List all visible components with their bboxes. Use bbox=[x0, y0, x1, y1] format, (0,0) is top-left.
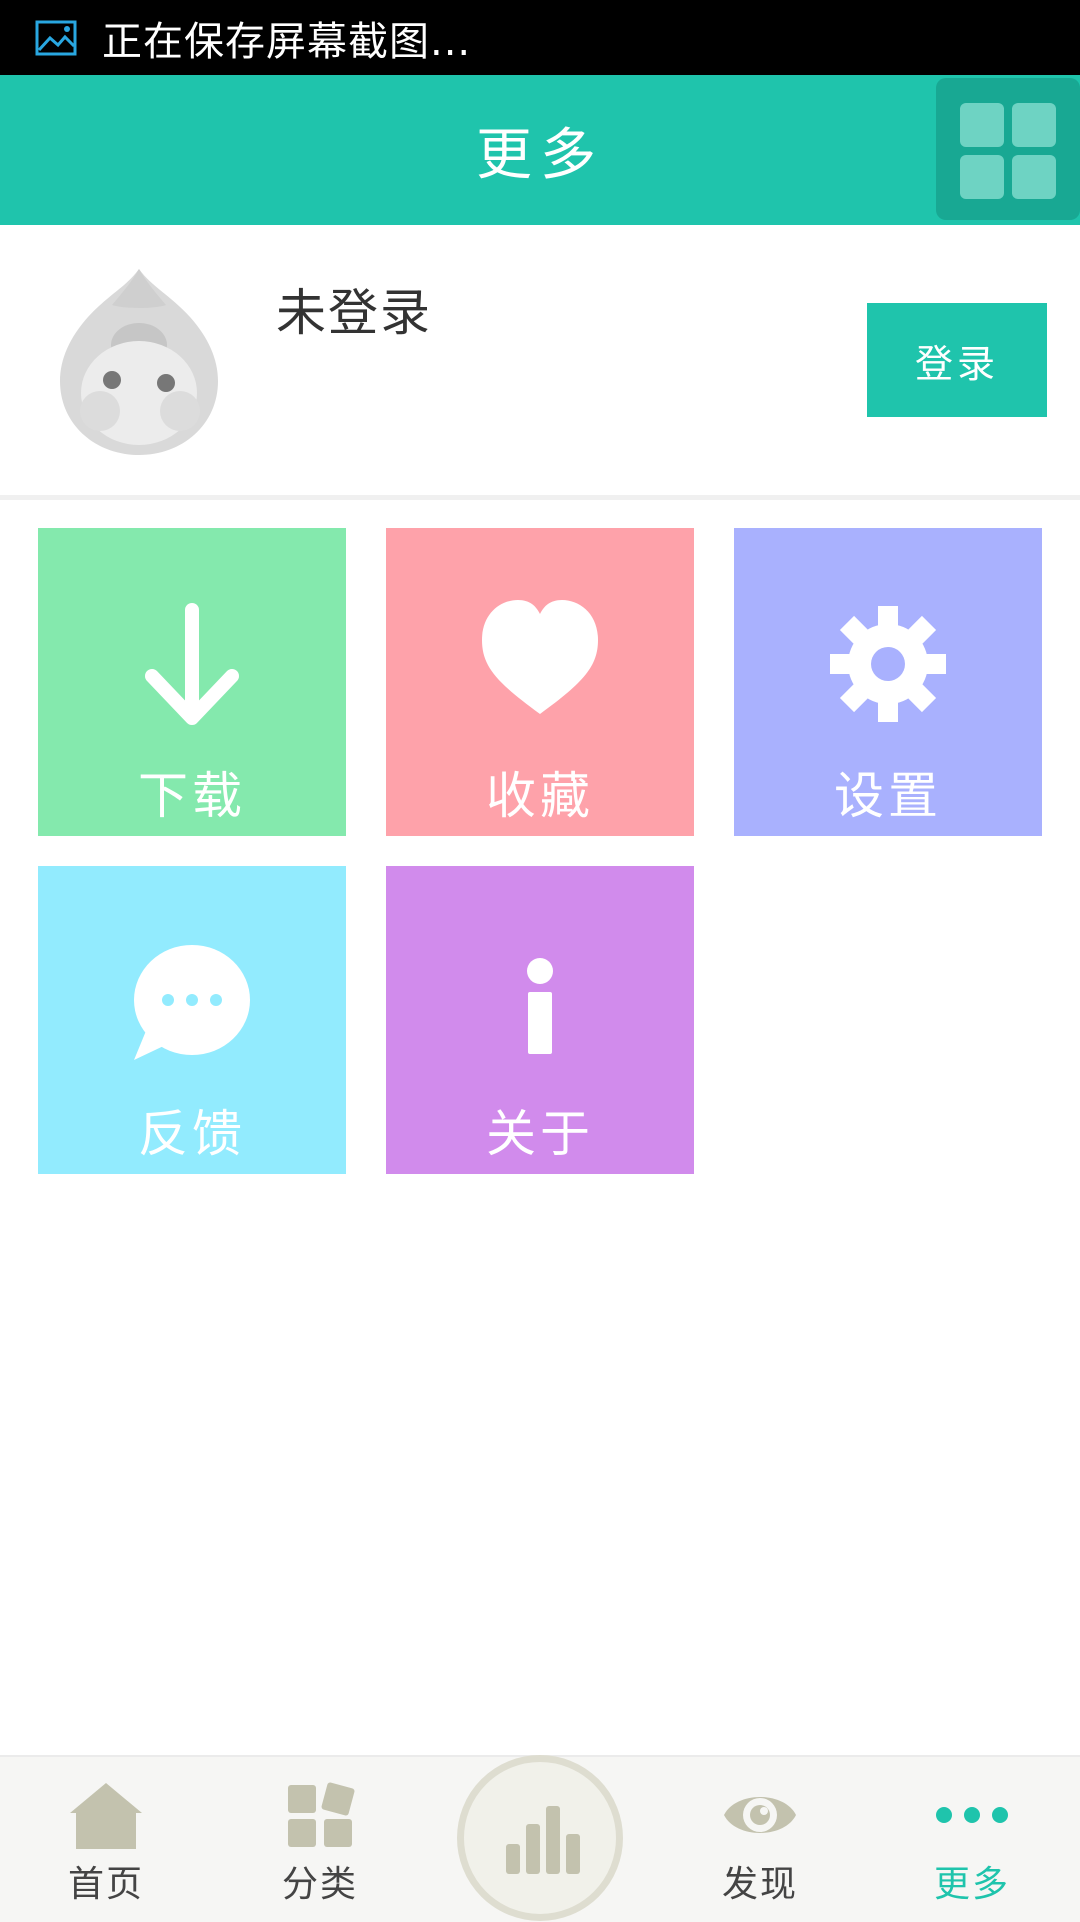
nav-label: 分类 bbox=[281, 1864, 358, 1905]
profile-status: 未登录 bbox=[276, 284, 432, 342]
nav-discover[interactable]: 发现 bbox=[680, 1757, 840, 1922]
grid-icon bbox=[960, 103, 1004, 147]
grid-icon bbox=[1012, 103, 1056, 147]
download-arrow-icon bbox=[145, 603, 239, 725]
chat-bubble-icon bbox=[134, 945, 250, 1060]
login-button[interactable]: 登录 bbox=[867, 303, 1047, 417]
eye-icon bbox=[724, 1797, 796, 1833]
nav-category[interactable]: 分类 bbox=[240, 1757, 400, 1922]
info-icon bbox=[527, 958, 553, 1054]
header: 更多 bbox=[0, 75, 1080, 225]
tile-settings[interactable]: 设置 bbox=[734, 528, 1042, 836]
home-icon bbox=[70, 1783, 142, 1849]
nav-home[interactable]: 首页 bbox=[26, 1757, 186, 1922]
profile-section: 未登录 登录 bbox=[0, 225, 1080, 500]
bar-chart-icon bbox=[506, 1806, 580, 1874]
more-dots-icon bbox=[936, 1807, 1008, 1823]
tile-label: 下载 bbox=[138, 767, 246, 825]
tile-favorites[interactable]: 收藏 bbox=[386, 528, 694, 836]
page-title: 更多 bbox=[476, 122, 604, 188]
tile-download[interactable]: 下载 bbox=[38, 528, 346, 836]
status-text: 正在保存屏幕截图... bbox=[102, 18, 472, 65]
grid-icon bbox=[960, 155, 1004, 199]
tile-label: 收藏 bbox=[486, 767, 594, 825]
nav-label: 发现 bbox=[721, 1864, 798, 1905]
status-bar: 正在保存屏幕截图... bbox=[0, 0, 1080, 75]
gear-icon bbox=[830, 606, 946, 722]
nav-more[interactable]: 更多 bbox=[892, 1757, 1052, 1922]
nav-label: 首页 bbox=[67, 1864, 144, 1905]
grid-icon bbox=[1012, 155, 1056, 199]
nav-label: 更多 bbox=[933, 1864, 1010, 1905]
tile-label: 反馈 bbox=[138, 1105, 246, 1163]
heart-icon bbox=[482, 600, 598, 714]
tile-about[interactable]: 关于 bbox=[386, 866, 694, 1174]
category-icon bbox=[288, 1782, 355, 1847]
grid-menu-button[interactable] bbox=[936, 78, 1080, 220]
tile-label: 设置 bbox=[834, 767, 942, 825]
center-stats-button[interactable] bbox=[457, 1755, 623, 1921]
image-icon bbox=[35, 20, 77, 55]
tile-feedback[interactable]: 反馈 bbox=[38, 866, 346, 1174]
tile-label: 关于 bbox=[486, 1105, 594, 1163]
droplet-avatar-icon[interactable] bbox=[58, 265, 220, 457]
